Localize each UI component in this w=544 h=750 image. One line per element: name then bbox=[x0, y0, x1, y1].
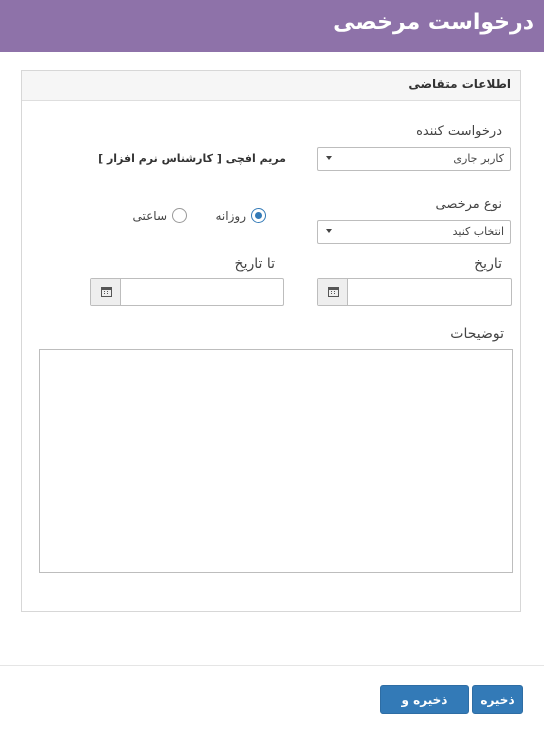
radio-daily[interactable]: روزانه bbox=[215, 208, 266, 223]
radio-daily-label: روزانه bbox=[215, 208, 247, 223]
description-textarea[interactable] bbox=[39, 349, 513, 573]
to-date-label: تا تاریخ bbox=[234, 256, 275, 272]
radio-hourly-label: ساعتی bbox=[132, 208, 168, 223]
requester-select[interactable]: کاربر جاری bbox=[317, 147, 511, 171]
radio-unchecked-icon bbox=[172, 208, 187, 223]
requester-label: درخواست کننده bbox=[416, 124, 502, 139]
to-date-picker-button[interactable] bbox=[91, 279, 121, 305]
from-date-input[interactable] bbox=[349, 279, 511, 305]
calendar-icon bbox=[101, 287, 112, 297]
requester-select-value: کاربر جاری bbox=[453, 152, 504, 165]
leave-type-select[interactable]: انتخاب کنید bbox=[317, 220, 511, 244]
panel-title: اطلاعات متقاضی bbox=[408, 77, 511, 91]
leave-type-label: نوع مرخصی bbox=[435, 197, 502, 212]
radio-checked-icon bbox=[251, 208, 266, 223]
to-date-input[interactable] bbox=[122, 279, 283, 305]
caret-down-icon bbox=[326, 156, 332, 160]
radio-hourly[interactable]: ساعتی bbox=[132, 208, 187, 223]
header-bar: درخواست مرخصی bbox=[0, 0, 544, 52]
footer-divider bbox=[0, 665, 544, 666]
from-date-picker-button[interactable] bbox=[318, 279, 348, 305]
from-date-label: تاریخ bbox=[474, 256, 502, 272]
page-title: درخواست مرخصی bbox=[333, 10, 534, 35]
from-date-field bbox=[317, 278, 512, 306]
description-label: توضیحات bbox=[450, 326, 504, 342]
requester-name: مریم افچی [ کارشناس نرم افزار ] bbox=[98, 152, 286, 165]
save-and-return-button[interactable]: ذخیره و ارجاع bbox=[380, 685, 469, 734]
save-button[interactable]: ذخیره bbox=[472, 685, 523, 714]
caret-down-icon bbox=[326, 229, 332, 233]
leave-type-select-value: انتخاب کنید bbox=[452, 225, 504, 238]
to-date-field bbox=[90, 278, 284, 306]
panel-header: اطلاعات متقاضی bbox=[22, 71, 520, 101]
calendar-icon bbox=[328, 287, 339, 297]
